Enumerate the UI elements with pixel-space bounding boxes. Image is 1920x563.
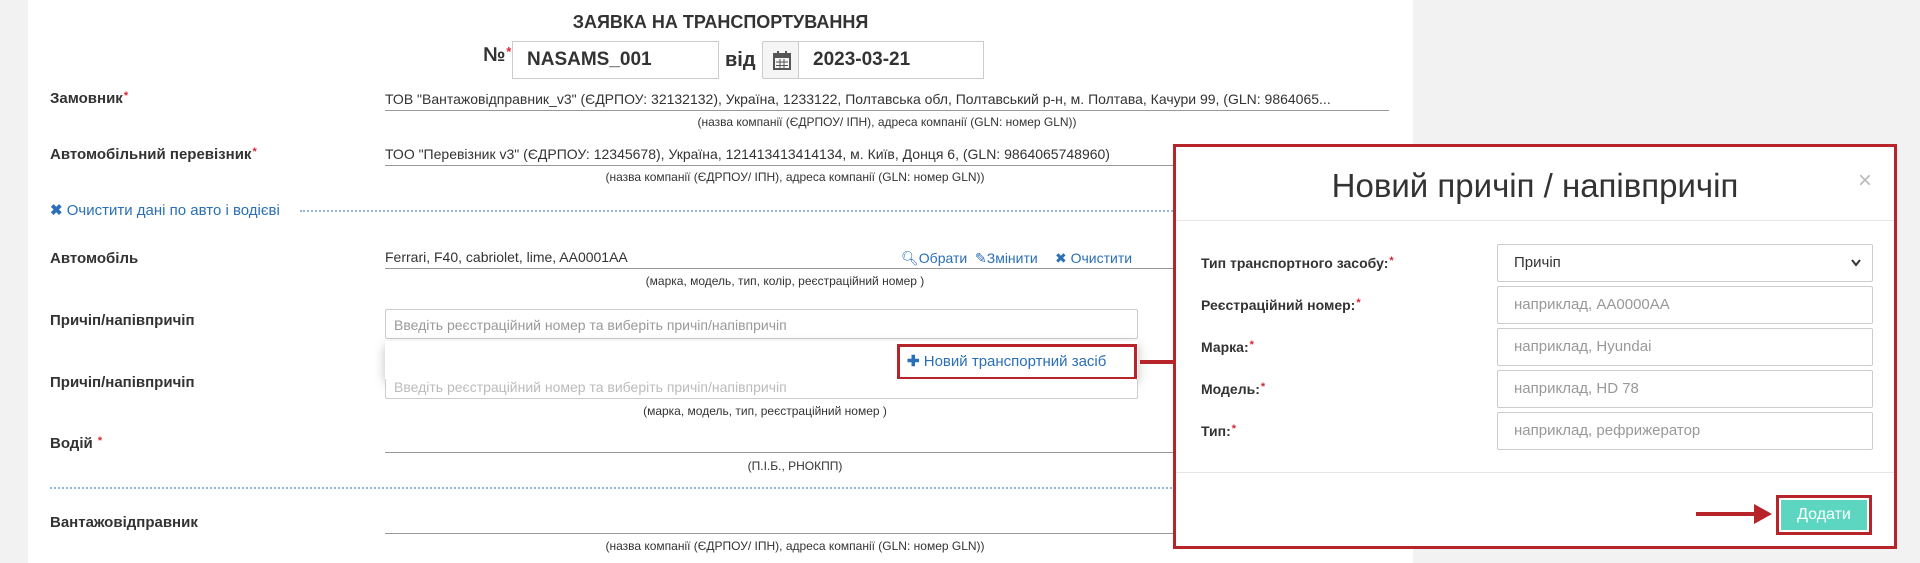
- shipper-hint: (назва компанії (ЄДРПОУ/ ІПН), адреса ко…: [605, 539, 985, 553]
- date-label: від: [725, 49, 756, 71]
- arrow-icon: [1754, 504, 1772, 524]
- model-input[interactable]: наприклад, HD 78: [1497, 370, 1873, 408]
- carrier-label: Автомобільний перевізник*: [50, 146, 257, 163]
- modal-footer-divider: [1176, 472, 1894, 473]
- close-icon[interactable]: ×: [1858, 167, 1872, 195]
- trailer-hint: (марка, модель, тип, реєстраційний номер…: [643, 404, 887, 418]
- modal-title: Новий причіп / напівпричіп: [1331, 167, 1739, 204]
- vehicle-hint: (марка, модель, тип, колір, реєстраційни…: [645, 274, 925, 288]
- number-label: №*: [483, 44, 512, 66]
- kind-input[interactable]: наприклад, рефрижератор: [1497, 412, 1873, 450]
- kind-label: Тип:*: [1201, 423, 1237, 439]
- vehicle-edit-link[interactable]: ✎Змінити: [975, 250, 1038, 267]
- vehicle-type-select[interactable]: Причіп: [1497, 244, 1873, 282]
- carrier-hint: (назва компанії (ЄДРПОУ/ ІПН), адреса ко…: [605, 170, 985, 184]
- trailer-label-2: Причіп/напівпричіп: [50, 374, 195, 391]
- arrow-line-2: [1696, 512, 1756, 516]
- shipper-label: Вантажовідправник: [50, 514, 198, 531]
- trailer-input-1[interactable]: Введіть реєстраційний номер та виберіть …: [385, 309, 1138, 339]
- reg-number-input[interactable]: наприклад, АА0000АА: [1497, 286, 1873, 324]
- trailer-label-1: Причіп/напівпричіп: [50, 312, 195, 329]
- new-trailer-modal: Новий причіп / напівпричіп × Тип транспо…: [1173, 144, 1897, 549]
- reg-number-label: Реєстраційний номер:*: [1201, 297, 1361, 313]
- vehicle-label: Автомобіль: [50, 250, 139, 267]
- driver-field[interactable]: [385, 430, 1205, 453]
- date-input[interactable]: 2023-03-21: [798, 41, 984, 79]
- page-title: ЗАЯВКА НА ТРАНСПОРТУВАННЯ: [572, 12, 869, 32]
- edit-icon: ✎: [975, 250, 987, 266]
- brand-label: Марка:*: [1201, 339, 1254, 355]
- vehicle-clear-link[interactable]: ✖ Очистити: [1055, 250, 1132, 267]
- vehicle-type-label: Тип транспортного засобу:*: [1201, 255, 1394, 271]
- add-button[interactable]: Додати: [1781, 500, 1867, 530]
- close-icon: ✖: [50, 202, 63, 219]
- driver-label: Водій *: [50, 435, 103, 452]
- order-number-input[interactable]: NASAMS_001: [512, 41, 719, 79]
- calendar-icon[interactable]: [762, 41, 799, 79]
- section-divider: [300, 210, 1200, 212]
- model-label: Модель:*: [1201, 381, 1266, 397]
- customer-label: Замовник*: [50, 90, 129, 107]
- clear-vehicle-driver-link[interactable]: ✖ Очистити дані по авто і водієві: [50, 201, 280, 219]
- brand-input[interactable]: наприклад, Hyundai: [1497, 328, 1873, 366]
- close-icon: ✖: [1055, 250, 1067, 266]
- plus-icon: ✚: [907, 353, 920, 370]
- vehicle-select-link[interactable]: 🔍︎Обрати: [901, 250, 967, 267]
- modal-header-divider: [1176, 220, 1894, 221]
- carrier-field[interactable]: ТОО "Перевізник v3" (ЄДРПОУ: 12345678), …: [385, 143, 1205, 166]
- section-divider-2: [50, 487, 1200, 489]
- trailer-input-2[interactable]: Введіть реєстраційний номер та виберіть …: [385, 379, 1138, 399]
- new-vehicle-link[interactable]: ✚ Новий транспортний засіб: [907, 352, 1106, 370]
- customer-field[interactable]: ТОВ "Вантажовідправник_v3" (ЄДРПОУ: 3213…: [385, 88, 1389, 111]
- customer-hint: (назва компанії (ЄДРПОУ/ ІПН), адреса ко…: [697, 115, 1077, 129]
- driver-hint: (П.І.Б., РНОКПП): [747, 459, 843, 473]
- search-icon: 🔍︎: [901, 250, 919, 266]
- shipper-field[interactable]: [385, 510, 1205, 534]
